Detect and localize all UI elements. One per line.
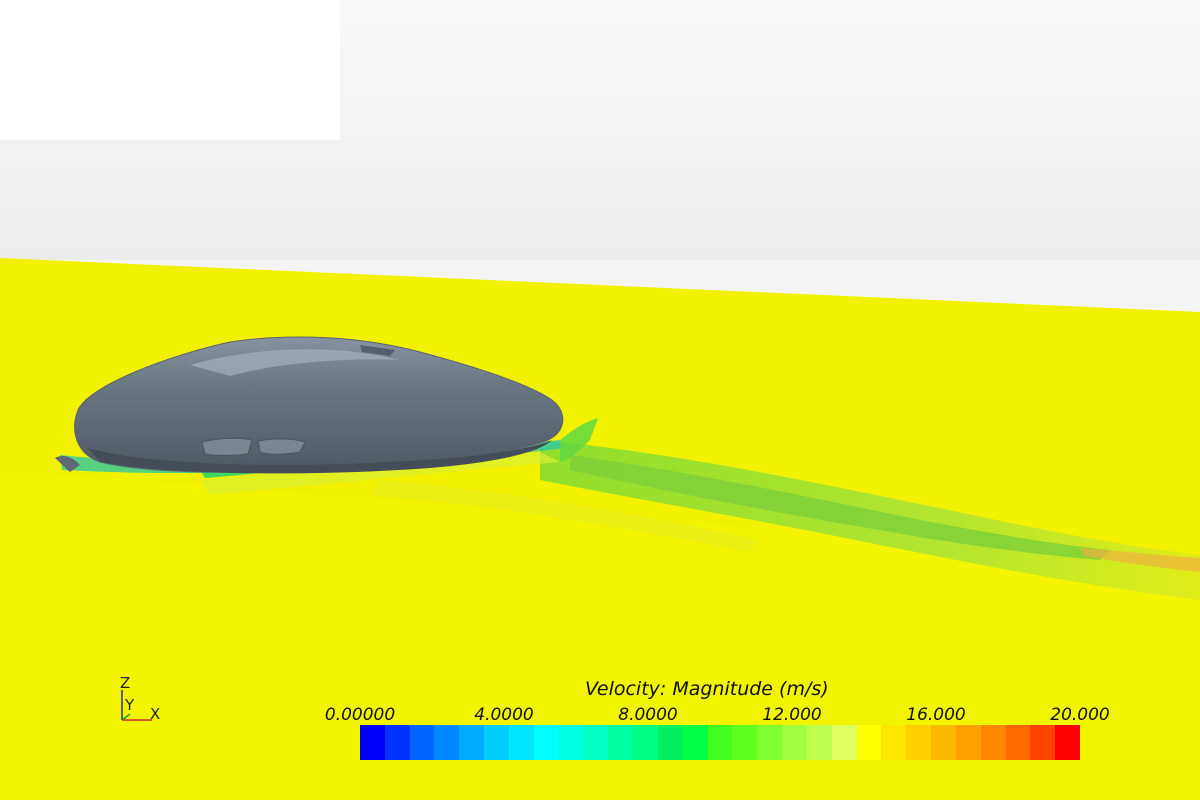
colorbar-segment (980, 725, 1006, 760)
colorbar-segment (707, 725, 733, 760)
colorbar-segment (732, 725, 758, 760)
colorbar-segment (931, 725, 956, 760)
legend-tick-5: 20.000 (1050, 705, 1110, 725)
colorbar-segment (856, 725, 882, 760)
colorbar-segment (360, 725, 385, 760)
colorbar-segment (657, 725, 683, 760)
colorbar-segment (806, 725, 832, 760)
colorbar-segment (955, 725, 981, 760)
colorbar-segment (583, 725, 609, 760)
background-panel-light (0, 0, 340, 140)
colorbar-segment (1055, 725, 1081, 760)
axis-y-label: Y (125, 696, 135, 714)
legend-colorbar (360, 725, 1081, 760)
colorbar-segment (409, 725, 435, 760)
colorbar-segment (906, 725, 932, 760)
legend-tick-2: 8.0000 (618, 705, 678, 725)
colorbar-segment (508, 725, 534, 760)
colorbar-segment (434, 725, 460, 760)
colorbar-segment (881, 725, 907, 760)
colorbar-segment (682, 725, 708, 760)
legend-tick-4: 16.000 (906, 705, 966, 725)
axis-x-label: X (150, 705, 161, 723)
legend-tick-3: 12.000 (762, 705, 822, 725)
colorbar-segment (757, 725, 783, 760)
colorbar-segment (1030, 725, 1056, 760)
vehicle-vent-left (201, 437, 253, 457)
colorbar-segment (533, 725, 559, 760)
legend-tick-1: 4.0000 (474, 705, 534, 725)
colorbar-segment (831, 725, 857, 760)
legend-title: Velocity: Magnitude (m/s) (585, 678, 829, 700)
colorbar-segment (558, 725, 584, 760)
colorbar-segment (384, 725, 410, 760)
coordinate-triad: Z Y X (112, 672, 172, 732)
colorbar-segment (633, 725, 658, 760)
axis-z-label: Z (120, 674, 131, 692)
vehicle-vent-right (257, 438, 306, 455)
legend-tick-0: 0.00000 (324, 705, 396, 725)
colorbar-segment (484, 725, 509, 760)
cfd-viewport[interactable]: Z Y X Velocity: Magnitude (m/s) 0.00000 … (0, 0, 1200, 800)
colorbar-segment (459, 725, 485, 760)
colorbar-segment (608, 725, 634, 760)
colorbar-segment (782, 725, 807, 760)
colorbar-segment (1005, 725, 1031, 760)
